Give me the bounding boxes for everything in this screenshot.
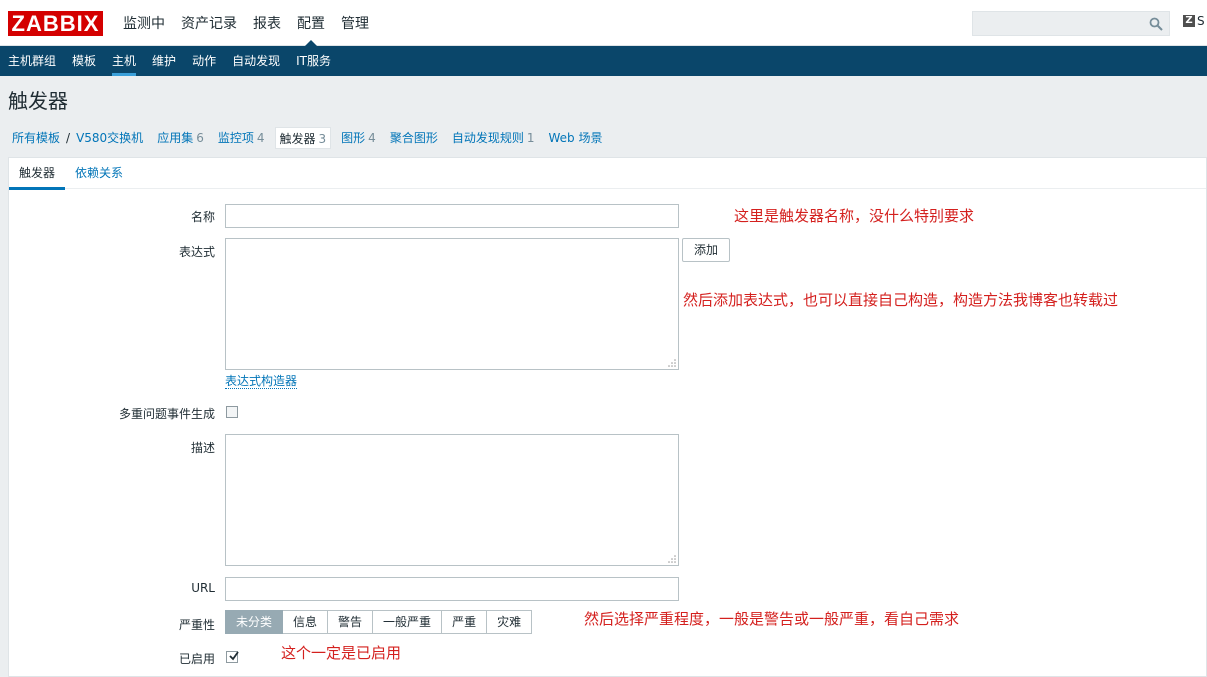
menu-inventory[interactable]: 资产记录 xyxy=(173,0,245,46)
description-textarea[interactable] xyxy=(225,434,679,566)
tab-graphs[interactable]: 图形 4 xyxy=(337,127,380,149)
trigger-form-panel: 触发器 依赖关系 名称 表达式 添加 表达式构造器 多重问题事件生成 描述 UR… xyxy=(8,157,1207,677)
share-label: S xyxy=(1197,14,1205,28)
expression-label: 表达式 xyxy=(178,245,215,259)
share-link[interactable]: Z S xyxy=(1183,14,1205,28)
tab-discovery-rules[interactable]: 自动发现规则 1 xyxy=(448,127,539,149)
submenu-maintenance[interactable]: 维护 xyxy=(144,46,184,76)
zabbix-logo[interactable]: ZABBIX xyxy=(8,11,103,36)
severity-information[interactable]: 信息 xyxy=(283,610,329,634)
severity-disaster[interactable]: 灾难 xyxy=(487,610,533,634)
resize-grip-icon[interactable] xyxy=(668,359,676,367)
form-tab-trigger[interactable]: 触发器 xyxy=(9,158,66,190)
annotation-name: 这里是触发器名称，没什么特别要求 xyxy=(734,207,975,225)
search-input[interactable] xyxy=(972,11,1170,36)
enabled-label: 已启用 xyxy=(178,652,215,666)
severity-not-classified[interactable]: 未分类 xyxy=(225,610,284,634)
breadcrumb-separator: / xyxy=(66,131,71,145)
submenu-it-services[interactable]: IT服务 xyxy=(288,46,339,76)
menu-administration[interactable]: 管理 xyxy=(333,0,377,46)
url-input[interactable] xyxy=(225,577,679,601)
annotation-expression: 然后添加表达式，也可以直接自己构造，构造方法我博客也转载过 xyxy=(683,291,1119,309)
multiple-events-checkbox[interactable] xyxy=(226,406,238,418)
multiple-events-label: 多重问题事件生成 xyxy=(118,407,215,421)
form-tabs: 触发器 依赖关系 xyxy=(9,158,1206,190)
sub-menu: 主机群组 模板 主机 维护 动作 自动发现 IT服务 xyxy=(0,46,1207,76)
severity-average[interactable]: 一般严重 xyxy=(373,610,443,634)
tab-screens[interactable]: 聚合图形 xyxy=(386,127,442,149)
zabbix-share-icon: Z xyxy=(1183,15,1195,27)
name-label: 名称 xyxy=(190,210,215,224)
main-menu: 监测中 资产记录 报表 配置 管理 xyxy=(115,0,377,47)
menu-monitoring[interactable]: 监测中 xyxy=(115,0,173,46)
add-expression-button[interactable]: 添加 xyxy=(682,238,730,262)
annotation-enabled: 这个一定是已启用 xyxy=(281,644,402,662)
submenu-hosts[interactable]: 主机 xyxy=(104,46,144,76)
menu-reports[interactable]: 报表 xyxy=(245,0,289,46)
description-label: 描述 xyxy=(190,441,215,455)
annotation-severity: 然后选择严重程度，一般是警告或一般严重，看自己需求 xyxy=(584,610,960,628)
top-bar: ZABBIX 监测中 资产记录 报表 配置 管理 Z S xyxy=(0,0,1207,47)
breadcrumb-all-templates[interactable]: 所有模板 xyxy=(8,127,64,149)
severity-label: 严重性 xyxy=(178,618,215,632)
form-tab-dependencies[interactable]: 依赖关系 xyxy=(65,158,133,189)
tab-applications[interactable]: 应用集 6 xyxy=(153,127,208,149)
tab-items[interactable]: 监控项 4 xyxy=(214,127,269,149)
enabled-checkbox[interactable] xyxy=(226,651,239,663)
page-title: 触发器 xyxy=(8,89,68,113)
url-label: URL xyxy=(191,581,215,595)
tab-triggers[interactable]: 触发器 3 xyxy=(274,127,332,149)
severity-high[interactable]: 严重 xyxy=(442,610,488,634)
submenu-host-groups[interactable]: 主机群组 xyxy=(0,46,64,76)
expression-textarea[interactable] xyxy=(225,238,679,370)
tab-web-scenarios[interactable]: Web 场景 xyxy=(544,127,606,149)
severity-warning[interactable]: 警告 xyxy=(328,610,374,634)
breadcrumb-host[interactable]: V580交换机 xyxy=(72,127,147,149)
submenu-discovery[interactable]: 自动发现 xyxy=(224,46,288,76)
name-input[interactable] xyxy=(225,204,679,228)
resize-grip-icon[interactable] xyxy=(668,555,676,563)
menu-configuration[interactable]: 配置 xyxy=(289,0,333,47)
severity-selector: 未分类 信息 警告 一般严重 严重 灾难 xyxy=(225,610,533,634)
submenu-templates[interactable]: 模板 xyxy=(64,46,104,76)
expression-constructor-link[interactable]: 表达式构造器 xyxy=(225,374,298,389)
submenu-actions[interactable]: 动作 xyxy=(184,46,224,76)
checkmark-icon xyxy=(229,651,239,661)
search-icon[interactable] xyxy=(1149,17,1163,31)
breadcrumb: 所有模板 / V580交换机 应用集 6 监控项 4 触发器 3 图形 4 聚合图形 自… xyxy=(8,124,606,152)
